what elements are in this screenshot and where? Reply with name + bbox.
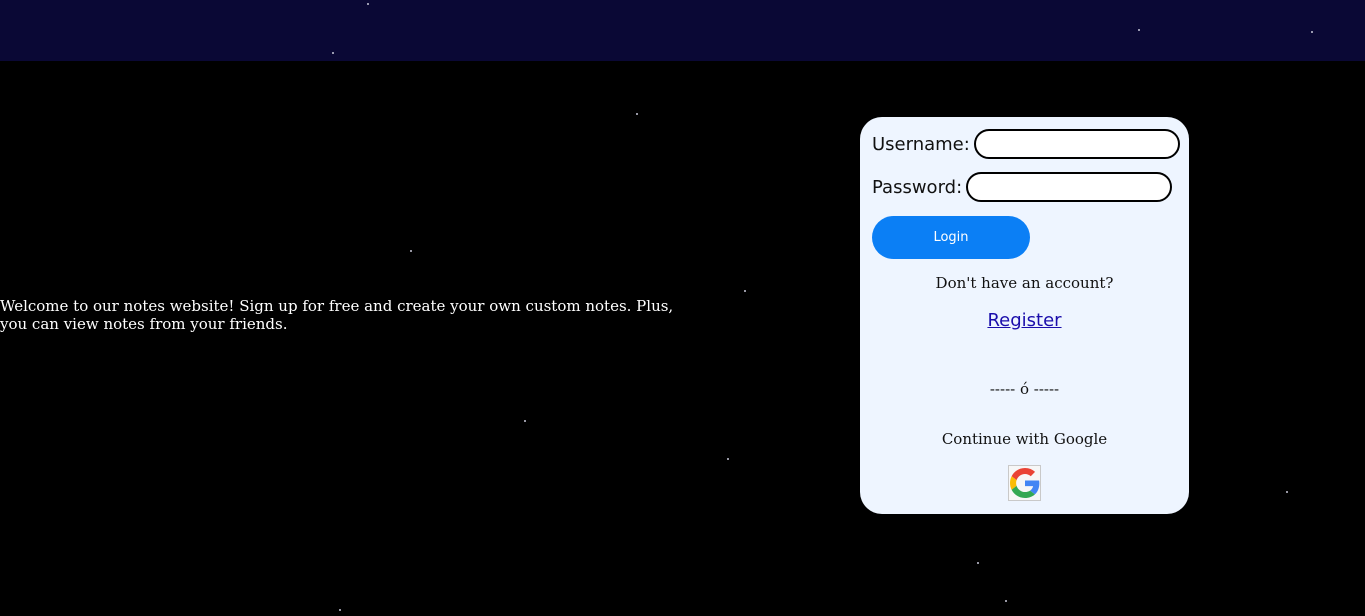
- star: [1138, 29, 1140, 31]
- username-row: Username:: [872, 129, 1180, 159]
- username-label: Username:: [872, 133, 970, 155]
- star: [339, 609, 341, 611]
- star: [636, 113, 638, 115]
- page: Welcome to our notes website! Sign up fo…: [0, 0, 1365, 616]
- star: [744, 290, 746, 292]
- divider-text: ----- ó -----: [989, 380, 1060, 398]
- star: [332, 52, 334, 54]
- login-card: Username: Password: Login Don't have an …: [860, 117, 1189, 514]
- password-input[interactable]: [966, 172, 1173, 202]
- google-signin-button[interactable]: [1008, 465, 1041, 501]
- header-bar: [0, 0, 1365, 61]
- continue-google-text: Continue with Google: [941, 430, 1108, 448]
- google-logo-icon: [1009, 468, 1039, 498]
- star: [1286, 491, 1288, 493]
- register-link[interactable]: Register: [860, 310, 1189, 331]
- star: [524, 420, 526, 422]
- password-row: Password:: [872, 172, 1173, 202]
- star: [1005, 600, 1007, 602]
- welcome-text: Welcome to our notes website! Sign up fo…: [0, 297, 674, 333]
- star: [410, 250, 412, 252]
- username-input[interactable]: [973, 129, 1180, 159]
- star: [367, 3, 369, 5]
- star: [1311, 31, 1313, 33]
- password-label: Password:: [872, 176, 963, 198]
- star: [727, 458, 729, 460]
- no-account-text: Don't have an account?: [935, 274, 1114, 292]
- star: [977, 562, 979, 564]
- login-button[interactable]: Login: [872, 216, 1030, 259]
